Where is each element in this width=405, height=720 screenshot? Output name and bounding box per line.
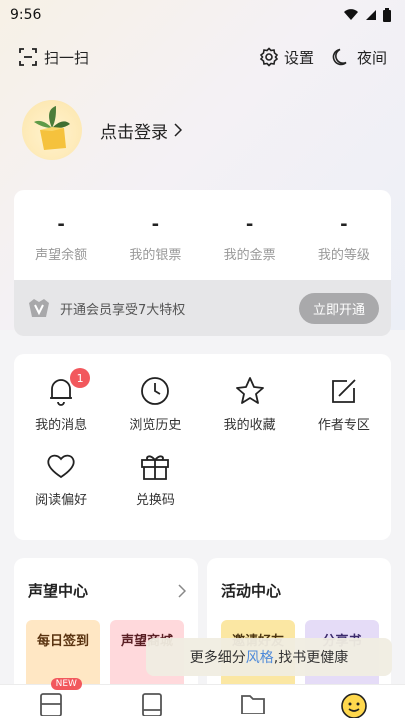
status-bar: 9:56 — [0, 0, 405, 30]
toast-prefix: 更多细分 — [189, 650, 246, 666]
edit-icon — [331, 379, 356, 403]
smiley-icon — [341, 693, 368, 718]
login-link[interactable]: 点击登录 — [100, 118, 182, 143]
status-icons — [343, 8, 391, 22]
menu-label: 兑换码 — [135, 493, 175, 508]
stat-silver-tickets[interactable]: - 我的银票 — [108, 214, 202, 263]
chevron-right-icon — [178, 583, 186, 598]
signal-icon — [366, 10, 376, 20]
status-time: 9:56 — [10, 7, 42, 23]
wifi-icon — [344, 9, 358, 20]
stats-row: - 声望余额 - 我的银票 - 我的金票 - 我的等级 — [14, 190, 391, 263]
stat-value: - — [245, 214, 254, 235]
tab-bookshelf[interactable]: NEW — [31, 678, 82, 720]
chevron-right-icon — [174, 123, 182, 137]
menu-item-messages[interactable]: 1 我的消息 — [14, 368, 108, 433]
profile-section[interactable]: 点击登录 — [22, 100, 182, 160]
tab-category[interactable] — [233, 690, 273, 720]
menu-item-author-zone[interactable]: 作者专区 — [297, 374, 391, 433]
stat-level[interactable]: - 我的等级 — [297, 214, 391, 263]
stat-label: 我的金票 — [223, 248, 276, 263]
vip-crown-icon — [29, 299, 49, 317]
reputation-center-header[interactable]: 声望中心 — [14, 558, 198, 601]
scan-icon — [19, 48, 37, 66]
new-badge: NEW — [50, 678, 82, 690]
menu-item-favorites[interactable]: 我的收藏 — [203, 374, 297, 433]
stat-label: 我的等级 — [317, 248, 370, 263]
scan-button[interactable]: 扫一扫 — [18, 47, 89, 68]
stat-value: - — [151, 214, 160, 235]
stat-label: 声望余额 — [35, 248, 88, 263]
menu-label: 阅读偏好 — [35, 493, 88, 508]
settings-label: 设置 — [283, 48, 314, 67]
menu-item-history[interactable]: 浏览历史 — [108, 374, 202, 433]
book-icon — [141, 693, 162, 716]
stat-value: - — [57, 214, 65, 235]
night-label: 夜间 — [356, 48, 387, 67]
menu-label: 作者专区 — [317, 418, 370, 433]
stat-value: - — [340, 214, 348, 235]
vip-text: 开通会员享受7大特权 — [60, 302, 186, 318]
stat-label: 我的银票 — [129, 248, 182, 263]
login-label: 点击登录 — [100, 122, 168, 143]
vip-open-button[interactable]: 立即开通 — [298, 292, 379, 324]
promo-label: 每日签到 — [36, 634, 89, 649]
toast-highlight: 风格 — [245, 650, 274, 666]
activity-center-title: 活动中心 — [221, 582, 282, 600]
bottom-tab-bar: NEW — [0, 678, 405, 720]
folder-icon — [241, 695, 266, 714]
bookshelf-icon — [39, 693, 62, 716]
tab-profile[interactable] — [334, 690, 374, 720]
gift-icon — [141, 455, 170, 480]
stat-gold-tickets[interactable]: - 我的金票 — [203, 214, 297, 263]
top-bar: 扫一扫 设置 夜间 — [0, 42, 405, 72]
vip-banner[interactable]: 开通会员享受7大特权 立即开通 — [14, 280, 391, 336]
night-mode-button[interactable]: 夜间 — [332, 47, 387, 68]
avatar[interactable] — [22, 100, 82, 160]
toast-suffix: ,找书更健康 — [273, 650, 349, 666]
moon-icon — [332, 48, 347, 66]
reputation-center-title: 声望中心 — [28, 582, 89, 600]
scan-label: 扫一扫 — [44, 48, 90, 67]
clock-icon — [141, 377, 170, 405]
avatar-plant-icon — [34, 106, 70, 150]
menu-label: 浏览历史 — [129, 418, 182, 433]
toast-message: 更多细分 风格 ,找书更健康 — [146, 638, 392, 676]
battery-icon — [383, 8, 391, 22]
tab-bookstore[interactable] — [132, 690, 172, 720]
menu-card: 1 我的消息 浏览历史 我的收藏 作者专区 阅读偏好 兑换码 — [14, 354, 391, 540]
menu-item-redeem-code[interactable]: 兑换码 — [108, 449, 202, 508]
menu-label: 我的收藏 — [223, 418, 276, 433]
menu-label: 我的消息 — [35, 418, 88, 433]
message-badge: 1 — [70, 368, 91, 388]
menu-grid: 1 我的消息 浏览历史 我的收藏 作者专区 阅读偏好 兑换码 — [14, 354, 391, 508]
heart-icon — [47, 454, 75, 479]
settings-button[interactable]: 设置 — [259, 47, 314, 68]
star-icon — [235, 377, 264, 404]
activity-center-header[interactable]: 活动中心 — [207, 558, 391, 601]
stat-reputation-balance[interactable]: - 声望余额 — [14, 214, 108, 263]
stats-card: - 声望余额 - 我的银票 - 我的金票 - 我的等级 开通会员享受7大特权 立… — [14, 190, 391, 336]
gear-icon — [259, 47, 279, 67]
menu-item-reading-preference[interactable]: 阅读偏好 — [14, 449, 108, 508]
